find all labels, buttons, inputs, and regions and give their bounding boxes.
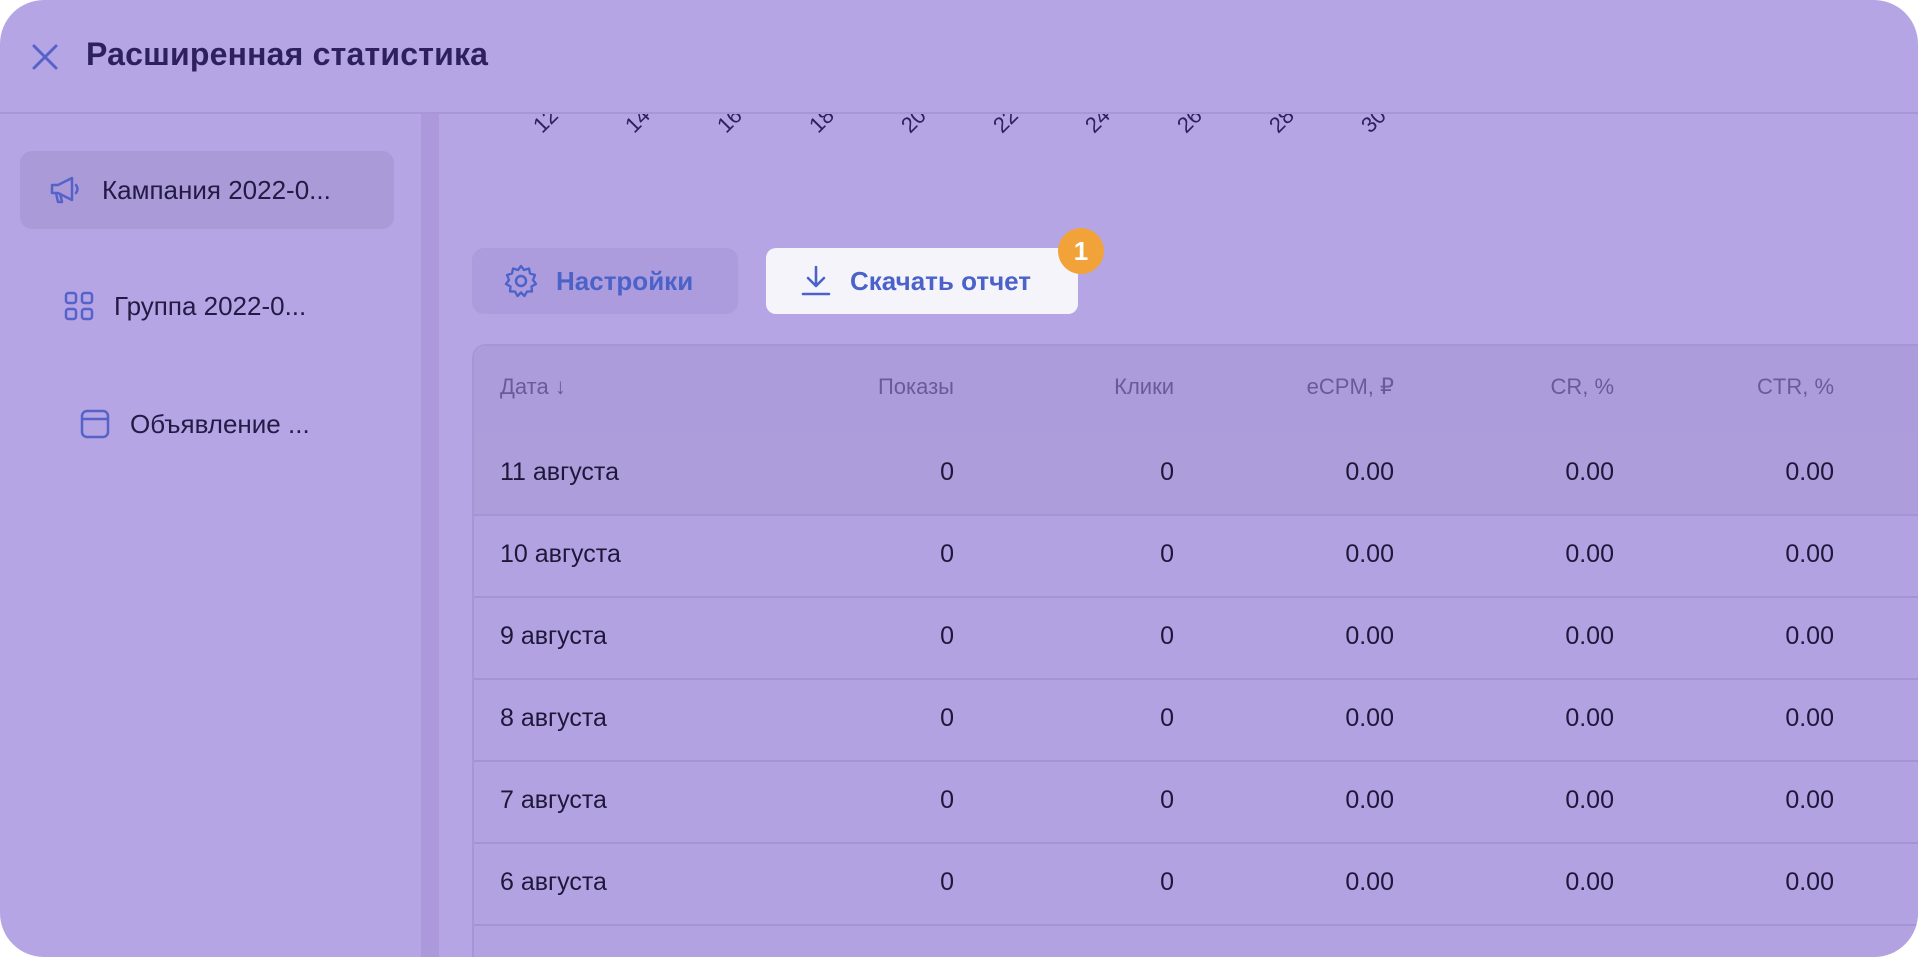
- stats-table: Дата ↓ Показы Клики eCPM, ₽ CR, % CTR, %…: [472, 344, 1918, 957]
- cell-ecpm: 0.00: [1345, 704, 1394, 732]
- axis-tick: 20: [896, 114, 931, 138]
- cell-cr: 0.00: [1565, 458, 1614, 486]
- grid-icon: [64, 291, 94, 321]
- table-row[interactable]: 8 августа 0 0 0.00 0.00 0.00: [474, 678, 1918, 762]
- cell-ecpm: 0.00: [1345, 458, 1394, 486]
- axis-tick: 12: [528, 114, 563, 138]
- cell-ctr: 0.00: [1785, 540, 1834, 568]
- cell-ctr: 0.00: [1785, 786, 1834, 814]
- cell-impressions: 0: [940, 540, 954, 568]
- window-icon: [80, 409, 110, 439]
- cell-impressions: 0: [940, 458, 954, 486]
- column-header-ecpm[interactable]: eCPM, ₽: [1194, 374, 1394, 400]
- cell-clicks: 0: [1160, 868, 1174, 896]
- cell-date: 10 августа: [500, 540, 621, 568]
- download-button-label: Скачать отчет: [850, 265, 1032, 296]
- cell-impressions: 0: [940, 786, 954, 814]
- cell-ecpm: 0.00: [1345, 786, 1394, 814]
- page-title: Расширенная статистика: [86, 36, 489, 72]
- settings-button[interactable]: Настройки: [472, 248, 738, 314]
- cell-ctr: 0.00: [1785, 704, 1834, 732]
- axis-tick: 24: [1080, 114, 1115, 138]
- axis-tick: 28: [1264, 114, 1299, 138]
- axis-tick: 14: [620, 114, 655, 138]
- sidebar-item-label: Кампания 2022-0...: [102, 174, 331, 205]
- axis-tick: 30: [1356, 114, 1391, 138]
- sidebar-item-group[interactable]: Группа 2022-0...: [64, 267, 384, 345]
- stats-window: Расширенная статистика Кампания 2022-0..…: [0, 0, 1918, 957]
- cell-ctr: 0.00: [1785, 458, 1834, 486]
- cell-clicks: 0: [1160, 458, 1174, 486]
- sidebar-item-campaign[interactable]: Кампания 2022-0...: [20, 151, 394, 229]
- table-header: Дата ↓ Показы Клики eCPM, ₽ CR, % CTR, %: [474, 346, 1918, 434]
- column-header-ctr[interactable]: CTR, %: [1634, 374, 1834, 400]
- cell-cr: 0.00: [1565, 786, 1614, 814]
- sidebar-divider: [421, 114, 439, 957]
- axis-tick: 18: [804, 114, 839, 138]
- cell-clicks: 0: [1160, 540, 1174, 568]
- step-badge: 1: [1058, 228, 1104, 274]
- cell-ctr: 0.00: [1785, 868, 1834, 896]
- column-header-cr[interactable]: CR, %: [1414, 374, 1614, 400]
- close-button[interactable]: [30, 42, 60, 72]
- table-row[interactable]: 11 августа 0 0 0.00 0.00 0.00: [474, 432, 1918, 516]
- close-icon: [32, 44, 58, 70]
- table-row[interactable]: 10 августа 0 0 0.00 0.00 0.00: [474, 514, 1918, 598]
- cell-cr: 0.00: [1565, 622, 1614, 650]
- sidebar: Кампания 2022-0... Группа 2022-0... Объя…: [0, 114, 420, 957]
- axis-tick: 16: [712, 114, 747, 138]
- cell-ecpm: 0.00: [1345, 622, 1394, 650]
- cell-clicks: 0: [1160, 704, 1174, 732]
- settings-button-label: Настройки: [556, 265, 694, 296]
- column-header-impressions[interactable]: Показы: [754, 374, 954, 400]
- cell-impressions: 0: [940, 868, 954, 896]
- cell-date: 9 августа: [500, 622, 607, 650]
- cell-cr: 0.00: [1565, 868, 1614, 896]
- table-row[interactable]: 7 августа 0 0 0.00 0.00 0.00: [474, 760, 1918, 844]
- download-report-button[interactable]: Скачать отчет: [766, 248, 1078, 314]
- cell-ecpm: 0.00: [1345, 540, 1394, 568]
- cell-date: 8 августа: [500, 704, 607, 732]
- cell-date: 7 августа: [500, 786, 607, 814]
- column-header-date[interactable]: Дата ↓: [500, 374, 566, 400]
- cell-impressions: 0: [940, 622, 954, 650]
- cell-ctr: 0.00: [1785, 622, 1834, 650]
- cell-date: 11 августа: [500, 458, 619, 486]
- axis-tick: 26: [1172, 114, 1207, 138]
- download-icon: [801, 265, 831, 296]
- table-row[interactable]: 6 августа 0 0 0.00 0.00 0.00: [474, 842, 1918, 926]
- cell-cr: 0.00: [1565, 704, 1614, 732]
- column-header-clicks[interactable]: Клики: [974, 374, 1174, 400]
- cell-cr: 0.00: [1565, 540, 1614, 568]
- sidebar-item-label: Объявление ...: [130, 408, 310, 439]
- main-content: 12 14 16 18 20 22 24 26 28 30 Настройки …: [440, 114, 1918, 957]
- cell-ecpm: 0.00: [1345, 868, 1394, 896]
- sidebar-item-ad[interactable]: Объявление ...: [80, 385, 400, 463]
- header: Расширенная статистика: [0, 0, 1918, 114]
- gear-icon: [504, 264, 538, 298]
- cell-date: 6 августа: [500, 868, 607, 896]
- cell-clicks: 0: [1160, 786, 1174, 814]
- chart-axis-ticks: 12 14 16 18 20 22 24 26 28 30: [440, 114, 1918, 154]
- axis-tick: 22: [988, 114, 1023, 138]
- cell-impressions: 0: [940, 704, 954, 732]
- sidebar-item-label: Группа 2022-0...: [114, 290, 307, 321]
- cell-clicks: 0: [1160, 622, 1174, 650]
- megaphone-icon: [50, 176, 79, 204]
- table-row[interactable]: 9 августа 0 0 0.00 0.00 0.00: [474, 596, 1918, 680]
